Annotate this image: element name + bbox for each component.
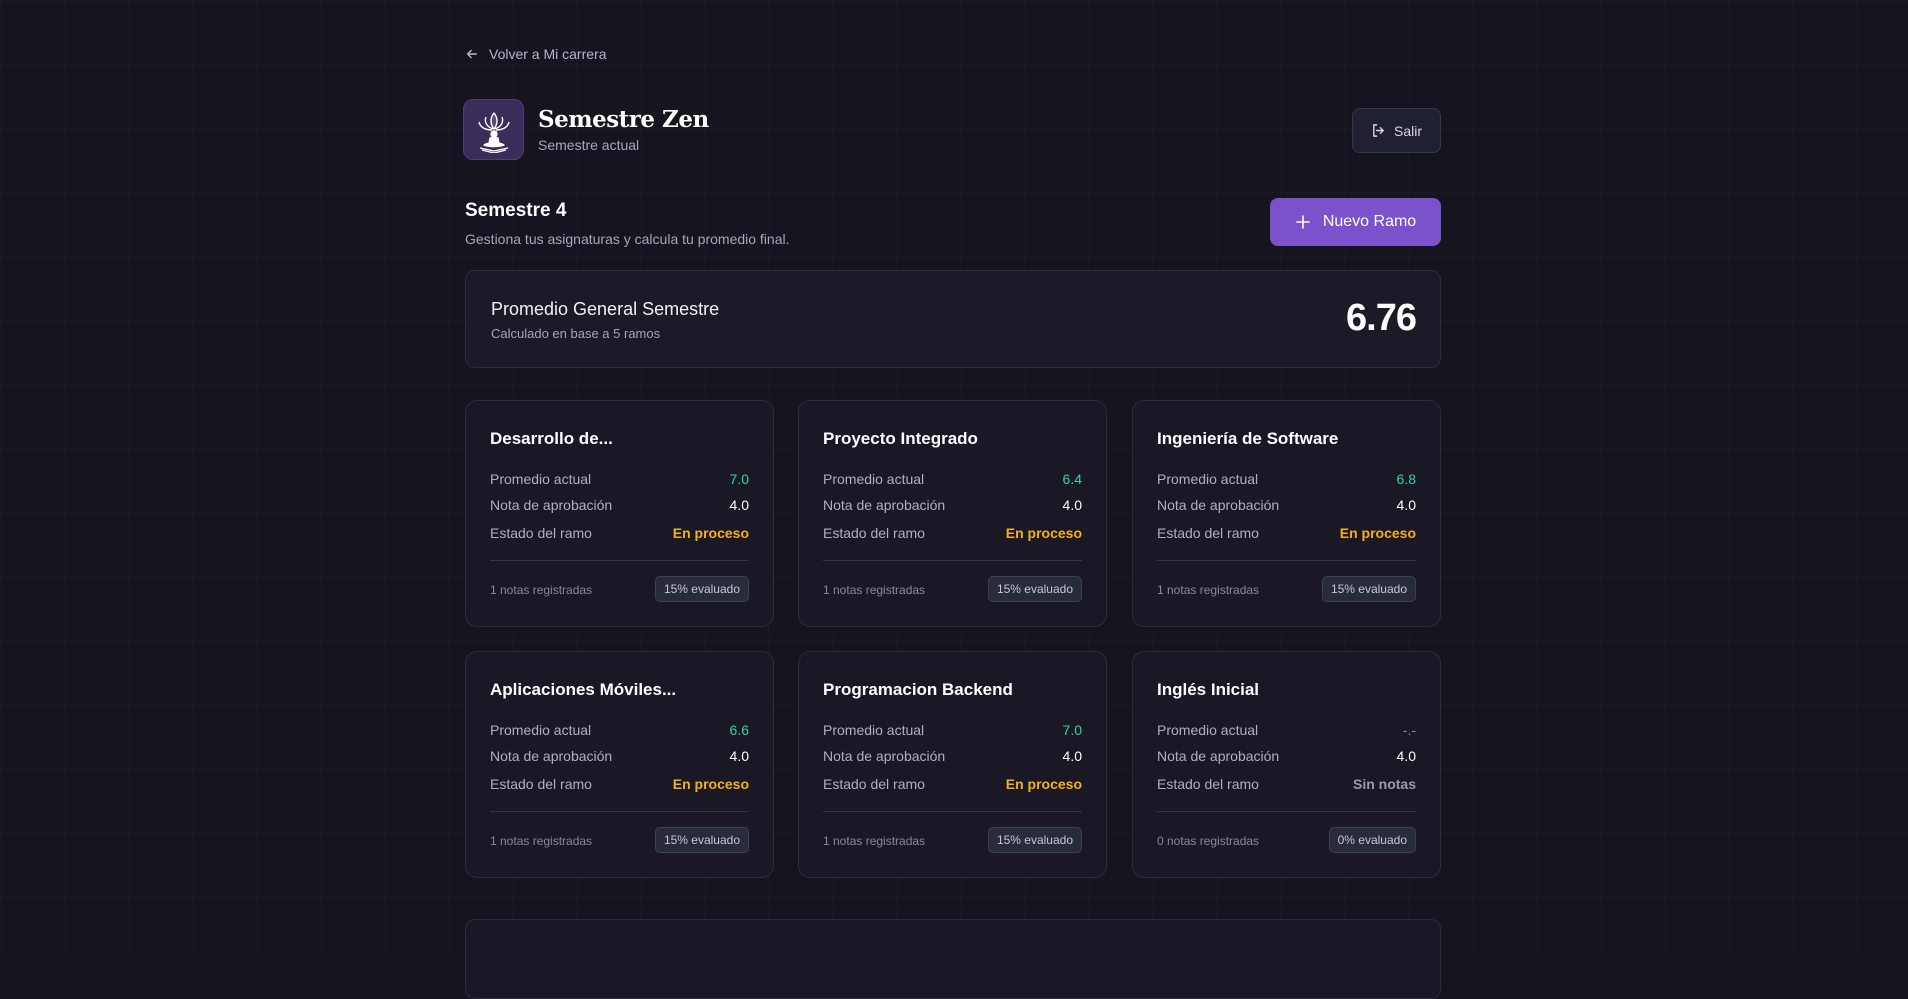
status-label: Estado del ramo <box>490 776 592 792</box>
divider <box>823 560 1082 561</box>
course-name: Inglés Inicial <box>1157 680 1260 699</box>
pass-grade-value: 4.0 <box>729 497 749 513</box>
status-label: Estado del ramo <box>823 776 925 792</box>
pass-grade-label: Nota de aprobación <box>823 497 946 513</box>
status-value: Sin notas <box>1352 776 1416 792</box>
back-link-label: Volver a Mi carrera <box>489 46 607 62</box>
course-card[interactable]: Aplicaciones Móviles... Promedio actual 6… <box>465 651 774 878</box>
semester-closing-card <box>465 919 1441 999</box>
notes-count: 1 notas registradas <box>490 583 593 597</box>
current-avg-label: Promedio actual <box>823 471 925 487</box>
evaluated-badge: 0% evaluado <box>1328 827 1416 853</box>
semester-subtitle: Gestiona tus asignaturas y calcula tu pr… <box>465 231 790 247</box>
evaluated-badge: 15% evaluado <box>654 576 749 602</box>
current-avg-label: Promedio actual <box>1157 471 1259 487</box>
status-value: En proceso <box>672 525 749 541</box>
average-subtitle: Calculado en base a 5 ramos <box>491 326 661 341</box>
status-value: En proceso <box>1339 525 1416 541</box>
course-name: Ingeniería de Software <box>1157 429 1339 448</box>
semester-header: Semestre 4 Gestiona tus asignaturas y ca… <box>465 200 790 247</box>
new-course-label: Nuevo Ramo <box>1322 213 1417 230</box>
logout-icon <box>1373 124 1384 137</box>
current-avg-label: Promedio actual <box>823 722 925 738</box>
pass-grade-label: Nota de aprobación <box>1157 497 1280 513</box>
current-avg-value: 7.0 <box>1062 722 1082 738</box>
notes-count: 1 notas registradas <box>823 834 926 848</box>
current-avg-label: Promedio actual <box>1157 722 1259 738</box>
new-course-button[interactable]: Nuevo Ramo <box>1270 198 1441 246</box>
notes-count: 1 notas registradas <box>1157 583 1260 597</box>
notes-count: 1 notas registradas <box>490 834 593 848</box>
brand-header: Semestre Zen Semestre actual <box>463 99 709 160</box>
course-card[interactable]: Desarrollo de... Promedio actual 7.0 Nota… <box>465 400 774 627</box>
divider <box>1157 811 1416 812</box>
evaluated-badge: 15% evaluado <box>1321 576 1416 602</box>
app-title: Semestre Zen <box>538 106 709 133</box>
notes-count: 0 notas registradas <box>1157 834 1260 848</box>
status-label: Estado del ramo <box>1157 525 1259 541</box>
lotus-meditation-icon <box>463 99 524 160</box>
course-card[interactable]: Programacion Backend Promedio actual 7.0 … <box>798 651 1107 878</box>
current-avg-value: 7.0 <box>729 471 749 487</box>
arrow-left-icon <box>466 49 478 59</box>
course-name: Aplicaciones Móviles... <box>490 680 677 699</box>
pass-grade-value: 4.0 <box>729 748 749 764</box>
current-avg-value: 6.4 <box>1062 471 1082 487</box>
status-value: En proceso <box>672 776 749 792</box>
status-label: Estado del ramo <box>823 525 925 541</box>
status-label: Estado del ramo <box>490 525 592 541</box>
evaluated-badge: 15% evaluado <box>987 576 1082 602</box>
current-avg-label: Promedio actual <box>490 722 592 738</box>
logout-button[interactable]: Salir <box>1352 108 1441 153</box>
notes-count: 1 notas registradas <box>823 583 926 597</box>
status-value: En proceso <box>1005 776 1082 792</box>
brand-text: Semestre Zen Semestre actual <box>538 106 709 153</box>
course-card[interactable]: Ingeniería de Software Promedio actual 6.… <box>1132 400 1441 627</box>
plus-icon <box>1296 215 1310 229</box>
evaluated-badge: 15% evaluado <box>987 827 1082 853</box>
divider <box>490 811 749 812</box>
current-avg-value: 6.8 <box>1396 471 1416 487</box>
pass-grade-value: 4.0 <box>1396 748 1416 764</box>
pass-grade-label: Nota de aprobación <box>823 748 946 764</box>
pass-grade-value: 4.0 <box>1062 748 1082 764</box>
divider <box>490 560 749 561</box>
course-name: Programacion Backend <box>823 680 1013 699</box>
average-value: 6.76 <box>1346 297 1417 339</box>
current-avg-value: 6.6 <box>729 722 749 738</box>
status-value: En proceso <box>1005 525 1082 541</box>
current-avg-value: -.- <box>1402 722 1416 738</box>
current-avg-label: Promedio actual <box>490 471 592 487</box>
average-title: Promedio General Semestre <box>491 299 720 319</box>
pass-grade-label: Nota de aprobación <box>1157 748 1280 764</box>
pass-grade-label: Nota de aprobación <box>490 497 613 513</box>
back-to-career-link[interactable]: Volver a Mi carrera <box>465 46 606 62</box>
course-card[interactable]: Inglés Inicial Promedio actual -.- Nota d… <box>1132 651 1441 878</box>
divider <box>1157 560 1416 561</box>
course-card[interactable]: Proyecto Integrado Promedio actual 6.4 No… <box>798 400 1107 627</box>
pass-grade-value: 4.0 <box>1396 497 1416 513</box>
evaluated-badge: 15% evaluado <box>654 827 749 853</box>
semester-average-card: Promedio General Semestre Calculado en b… <box>465 270 1441 368</box>
pass-grade-label: Nota de aprobación <box>490 748 613 764</box>
semester-title: Semestre 4 <box>465 200 567 221</box>
pass-grade-value: 4.0 <box>1062 497 1082 513</box>
course-name: Desarrollo de... <box>490 429 613 448</box>
status-label: Estado del ramo <box>1157 776 1259 792</box>
logout-label: Salir <box>1393 122 1422 139</box>
app-subtitle: Semestre actual <box>538 137 640 153</box>
course-name: Proyecto Integrado <box>823 429 978 448</box>
divider <box>823 811 1082 812</box>
